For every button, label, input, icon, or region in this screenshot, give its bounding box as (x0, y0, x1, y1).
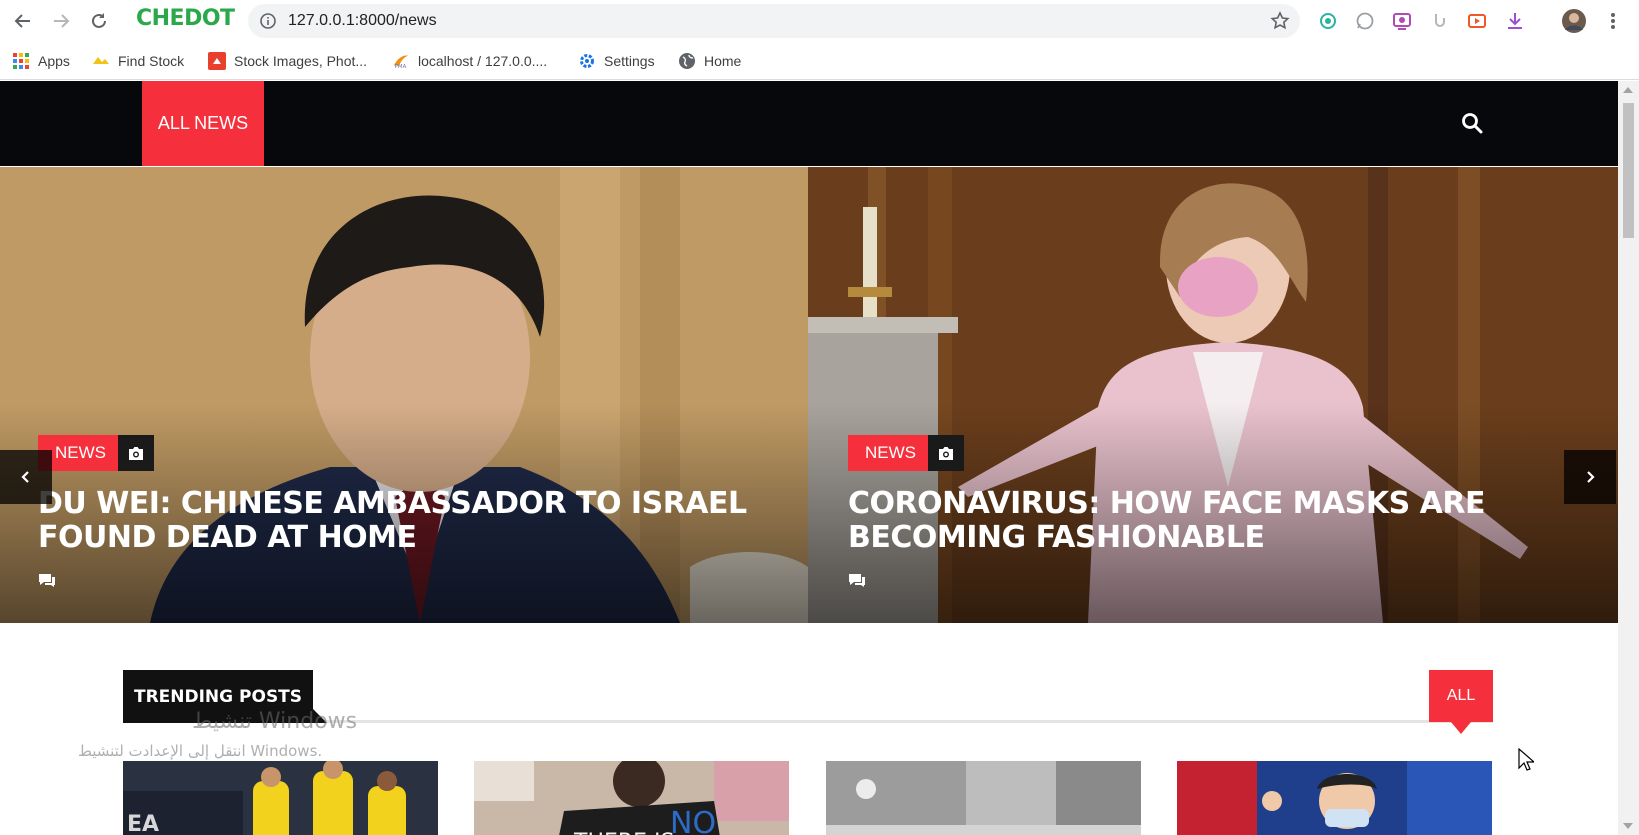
address-bar[interactable]: 127.0.0.1:8000/news (248, 4, 1300, 38)
hero-headline[interactable]: DU WEI: CHINESE AMBASSADOR TO ISRAEL FOU… (38, 487, 758, 555)
site-navbar: ALL NEWS (0, 81, 1618, 166)
hero-slide-2[interactable]: NEWS CORONAVIRUS: HOW FACE MASKS ARE BEC… (808, 167, 1618, 623)
card-thumbnail-child-mask (1177, 761, 1492, 835)
page-scrollbar[interactable] (1618, 81, 1639, 835)
windows-activation-title: تنشيط Windows (192, 709, 358, 734)
windows-activation-subtitle: انتقل إلى الإعدادت لتنشيط Windows. (78, 742, 323, 760)
menu-dots-icon[interactable] (1601, 9, 1625, 33)
forward-arrow-icon (54, 14, 70, 28)
extension-gray-icon[interactable] (1428, 9, 1452, 33)
bookmark-label: Settings (604, 53, 655, 69)
trending-card-1[interactable]: EA (123, 761, 438, 835)
bookmark-label: Stock Images, Phot... (234, 53, 368, 69)
card-thumbnail-football: EA (123, 761, 438, 835)
card-thumbnail-protest: THERE IS NO (474, 761, 789, 835)
bookmark-localhost[interactable]: PMA localhost / 127.0.0.... (392, 50, 547, 72)
svg-text:EA: EA (127, 812, 159, 835)
all-filter-button[interactable]: ALL (1429, 670, 1493, 734)
bookmark-label: Find Stock (118, 53, 185, 69)
bookmark-stock-images[interactable]: Stock Images, Phot... (208, 50, 367, 72)
browser-brand-logo[interactable]: CHEDOT (136, 6, 235, 31)
hero-headline[interactable]: CORONAVIRUS: HOW FACE MASKS ARE BECOMING… (848, 487, 1568, 555)
info-icon[interactable] (260, 13, 276, 29)
whatsapp-icon[interactable] (1353, 9, 1377, 33)
scroll-up-arrow-icon[interactable] (1623, 87, 1633, 93)
bookmark-label: localhost / 127.0.0.... (418, 53, 548, 69)
chevron-left-icon (21, 471, 29, 483)
hero-slide-1[interactable]: NEWS DU WEI: CHINESE AMBASSADOR TO ISRAE… (0, 167, 808, 623)
bookmark-find-stock[interactable]: Find Stock (92, 50, 184, 72)
download-icon[interactable] (1503, 9, 1527, 33)
bookmark-label: Home (704, 53, 742, 69)
svg-text:THERE IS: THERE IS (573, 830, 675, 835)
url-text[interactable]: 127.0.0.1:8000/news (288, 12, 437, 30)
bookmark-settings[interactable]: Settings (578, 50, 655, 72)
chevron-right-icon (1587, 471, 1595, 483)
reload-icon (92, 13, 106, 28)
bookmark-star-icon[interactable] (1270, 11, 1290, 31)
bookmark-label: Apps (38, 53, 70, 69)
gear-icon (578, 52, 596, 70)
forward-button[interactable] (48, 8, 74, 34)
stock-images-icon (208, 52, 226, 70)
comment-icon[interactable] (38, 573, 56, 587)
back-button[interactable] (10, 8, 36, 34)
page-viewport: ALL NEWS NEWS DU WEI: CHINESE AMBASSADOR… (0, 81, 1618, 835)
reload-button[interactable] (86, 8, 112, 34)
nav-item-all-news[interactable]: ALL NEWS (142, 81, 264, 166)
comment-icon[interactable] (848, 573, 866, 587)
news-tag[interactable]: NEWS (848, 435, 933, 471)
find-stock-icon (92, 52, 110, 70)
profile-avatar[interactable] (1560, 7, 1588, 35)
extension-green-icon[interactable] (1316, 9, 1340, 33)
apps-grid-icon (12, 52, 30, 70)
mouse-cursor-icon (1518, 748, 1534, 771)
browser-toolbar: CHEDOT 127.0.0.1:8000/news (0, 0, 1639, 42)
camera-icon (118, 435, 154, 471)
bookmark-home[interactable]: Home (678, 50, 741, 72)
phpmyadmin-icon: PMA (392, 52, 410, 70)
bookmarks-bar: Apps Find Stock Stock Images, Phot... PM… (0, 42, 1639, 80)
video-extension-icon[interactable] (1465, 9, 1489, 33)
trending-card-4[interactable] (1177, 761, 1492, 835)
bookmark-apps[interactable]: Apps (12, 50, 70, 72)
slider-next-button[interactable] (1564, 450, 1616, 504)
scroll-down-arrow-icon[interactable] (1623, 823, 1633, 829)
trending-card-2[interactable]: THERE IS NO (474, 761, 789, 835)
trending-card-3[interactable] (826, 761, 1141, 835)
slider-prev-button[interactable] (0, 450, 52, 504)
globe-icon (678, 52, 696, 70)
svg-text:PMA: PMA (395, 64, 407, 70)
back-arrow-icon (14, 14, 30, 28)
screen-recorder-icon[interactable] (1390, 9, 1414, 33)
card-thumbnail-social-apps (826, 761, 1141, 835)
camera-icon (928, 435, 964, 471)
search-icon[interactable] (1460, 111, 1484, 135)
svg-text:NO: NO (670, 806, 716, 835)
scrollbar-thumb[interactable] (1623, 103, 1634, 238)
